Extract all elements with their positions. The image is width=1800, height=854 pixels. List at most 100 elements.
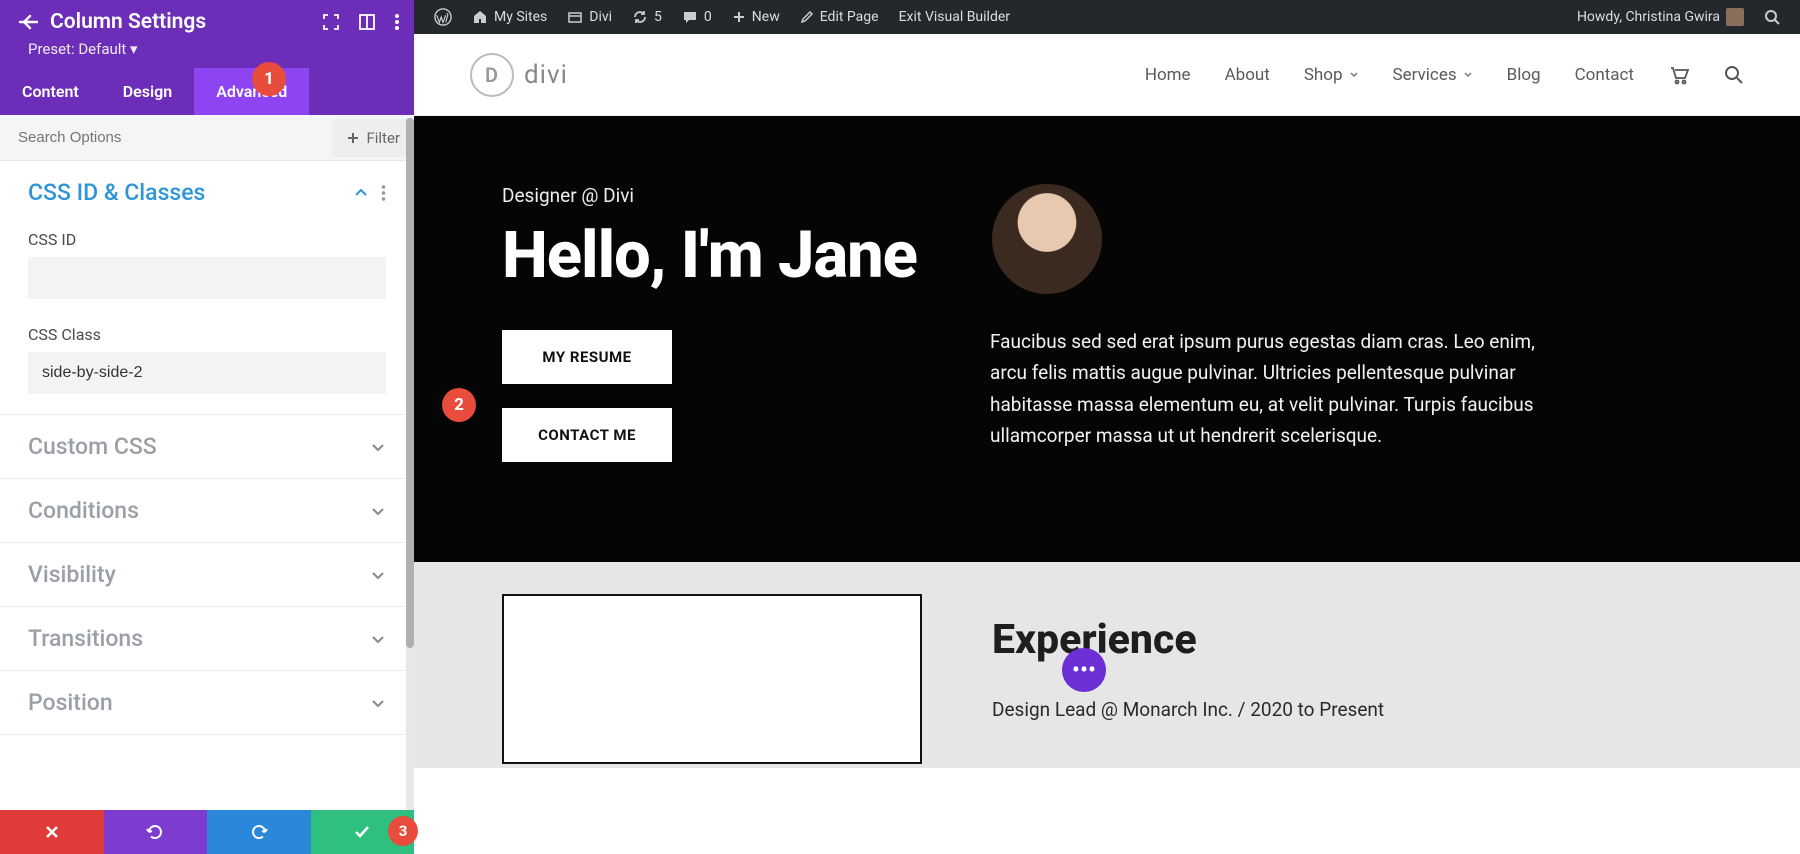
section-header-visibility[interactable]: Visibility [0, 543, 414, 606]
search-input[interactable] [0, 115, 332, 160]
sections-list: CSS ID & Classes CSS ID CSS Class 2 Cust… [0, 161, 414, 854]
chevron-down-icon [370, 439, 386, 455]
chevron-up-icon [353, 185, 369, 201]
section-header-transitions[interactable]: Transitions [0, 607, 414, 670]
filter-button[interactable]: Filter [332, 119, 414, 157]
section-header-custom-css[interactable]: Custom CSS [0, 415, 414, 478]
section-title-css: CSS ID & Classes [28, 179, 353, 206]
new-link[interactable]: New [722, 9, 790, 25]
section-title-visibility: Visibility [28, 561, 370, 588]
section-title-position: Position [28, 689, 370, 716]
profile-avatar [992, 184, 1102, 294]
kebab-icon[interactable] [394, 13, 400, 31]
callout-1: 1 [252, 62, 286, 96]
hero-right-column: Faucibus sed sed erat ipsum purus egesta… [972, 184, 1712, 486]
hero-left-column: Designer @ Divi Hello, I'm Jane MY RESUM… [502, 184, 972, 486]
updates-count: 5 [654, 9, 662, 25]
section-title-transitions: Transitions [28, 625, 370, 652]
wp-logo-icon[interactable] [424, 8, 462, 26]
my-sites-label: My Sites [494, 9, 547, 25]
section-position: Position [0, 671, 414, 735]
exit-vb-link[interactable]: Exit Visual Builder [889, 9, 1020, 25]
css-id-label: CSS ID [28, 230, 386, 249]
edit-page-label: Edit Page [820, 9, 879, 25]
section-title-custom-css: Custom CSS [28, 433, 370, 460]
panel-header: Column Settings Preset: Default ▾ Conten… [0, 0, 414, 115]
section-css-id-classes: CSS ID & Classes CSS ID CSS Class [0, 161, 414, 415]
css-class-input[interactable] [28, 352, 386, 394]
expand-icon[interactable] [322, 13, 340, 31]
panel-scrollbar-track[interactable] [406, 118, 414, 810]
panel-tabs: Content Design Advanced [0, 68, 414, 115]
comments-count: 0 [704, 9, 712, 25]
my-sites-link[interactable]: My Sites [462, 9, 557, 25]
section-kebab-icon[interactable] [381, 185, 386, 201]
nav-shop[interactable]: Shop [1304, 65, 1359, 85]
panel-footer: 3 [0, 810, 414, 854]
wp-admin-bar: My Sites Divi 5 0 New Edit Page Exit Vis… [414, 0, 1800, 34]
callout-3: 3 [388, 816, 418, 846]
section-conditions: Conditions [0, 479, 414, 543]
updates-link[interactable]: 5 [622, 9, 672, 25]
preview-pane: My Sites Divi 5 0 New Edit Page Exit Vis… [414, 0, 1800, 854]
tab-design[interactable]: Design [101, 68, 194, 115]
main-nav: Home About Shop Services Blog Contact [1145, 64, 1744, 86]
resume-button[interactable]: MY RESUME [502, 330, 672, 384]
undo-button[interactable] [104, 810, 208, 854]
section-header-conditions[interactable]: Conditions [0, 479, 414, 542]
experience-card [502, 594, 922, 764]
chevron-down-icon [370, 631, 386, 647]
logo-text: divi [524, 60, 568, 90]
section-header-position[interactable]: Position [0, 671, 414, 734]
responsive-icon[interactable] [358, 13, 376, 31]
nav-services[interactable]: Services [1393, 65, 1473, 85]
comments-link[interactable]: 0 [672, 9, 722, 25]
chevron-down-icon [1349, 70, 1359, 80]
chevron-down-icon [370, 503, 386, 519]
nav-contact[interactable]: Contact [1575, 65, 1634, 85]
site-label: Divi [589, 9, 612, 25]
howdy-link[interactable]: Howdy, Christina Gwira [1567, 8, 1754, 26]
settings-panel: Column Settings Preset: Default ▾ Conten… [0, 0, 414, 854]
filter-label: Filter [366, 129, 400, 147]
section-header-css[interactable]: CSS ID & Classes [0, 161, 414, 224]
nav-home[interactable]: Home [1145, 65, 1191, 85]
exit-vb-label: Exit Visual Builder [899, 9, 1010, 25]
nav-about[interactable]: About [1225, 65, 1270, 85]
panel-scrollbar-thumb[interactable] [406, 118, 414, 648]
nav-shop-label: Shop [1304, 65, 1343, 85]
site-logo[interactable]: D divi [470, 53, 568, 97]
redo-button[interactable] [207, 810, 311, 854]
module-options-fab[interactable]: ••• [1062, 648, 1106, 692]
hero-title: Hello, I'm Jane [502, 223, 972, 288]
contact-me-button[interactable]: CONTACT ME [502, 408, 672, 462]
tab-content[interactable]: Content [0, 68, 101, 115]
logo-mark-icon: D [470, 53, 514, 97]
section-custom-css: Custom CSS [0, 415, 414, 479]
panel-title: Column Settings [50, 10, 322, 34]
howdy-label: Howdy, Christina Gwira [1577, 9, 1720, 25]
section-title-conditions: Conditions [28, 497, 370, 524]
nav-services-label: Services [1393, 65, 1457, 85]
hero-paragraph: Faucibus sed sed erat ipsum purus egesta… [990, 326, 1550, 451]
chevron-down-icon [1463, 70, 1473, 80]
section-visibility: Visibility [0, 543, 414, 607]
cancel-button[interactable] [0, 810, 104, 854]
section-transitions: Transitions [0, 607, 414, 671]
search-icon[interactable] [1724, 65, 1744, 85]
adminbar-search-icon[interactable] [1754, 9, 1790, 25]
chevron-down-icon [370, 567, 386, 583]
cart-icon[interactable] [1668, 64, 1690, 86]
nav-blog[interactable]: Blog [1507, 65, 1541, 85]
hero-kicker: Designer @ Divi [502, 184, 972, 207]
avatar-thumb [1726, 8, 1744, 26]
back-arrow-icon[interactable] [14, 12, 42, 32]
search-row: Filter [0, 115, 414, 161]
edit-page-link[interactable]: Edit Page [790, 9, 889, 25]
experience-section: Experience Design Lead @ Monarch Inc. / … [414, 562, 1800, 768]
site-link[interactable]: Divi [557, 9, 622, 25]
save-button[interactable]: 3 [311, 810, 415, 854]
preset-dropdown[interactable]: Preset: Default ▾ [0, 38, 414, 68]
hero-section: Designer @ Divi Hello, I'm Jane MY RESUM… [414, 116, 1800, 562]
css-id-input[interactable] [28, 257, 386, 299]
